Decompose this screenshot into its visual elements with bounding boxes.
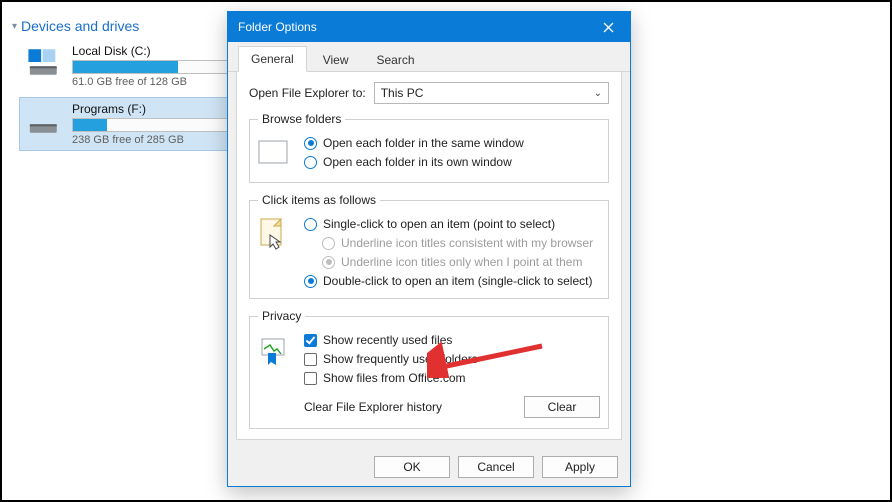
dialog-footer: OK Cancel Apply: [228, 448, 630, 486]
check-recent-files[interactable]: Show recently used files: [304, 333, 600, 347]
radio-same-window[interactable]: Open each folder in the same window: [304, 136, 524, 150]
check-frequent-folders[interactable]: Show frequently used folders: [304, 352, 600, 366]
clear-history-label: Clear File Explorer history: [304, 400, 442, 414]
radio-single-click[interactable]: Single-click to open an item (point to s…: [304, 217, 593, 231]
apply-button[interactable]: Apply: [542, 456, 618, 478]
select-value: This PC: [381, 86, 424, 100]
tab-general[interactable]: General: [238, 46, 307, 72]
dialog-title: Folder Options: [238, 20, 317, 34]
radio-dot-icon: [304, 275, 317, 288]
browse-folders-legend: Browse folders: [258, 112, 345, 126]
checkbox-icon: [304, 372, 317, 385]
restore-defaults-button[interactable]: Restore Defaults: [489, 439, 609, 440]
radio-dot-icon: [322, 256, 335, 269]
open-explorer-to-label: Open File Explorer to:: [249, 86, 366, 100]
radio-double-click[interactable]: Double-click to open an item (single-cli…: [304, 274, 593, 288]
checkbox-icon: [304, 334, 317, 347]
drive-icon: [26, 44, 62, 80]
click-items-legend: Click items as follows: [258, 193, 380, 207]
ok-button[interactable]: OK: [374, 456, 450, 478]
devices-section-label: Devices and drives: [21, 18, 139, 34]
radio-dot-icon: [304, 218, 317, 231]
radio-underline-point: Underline icon titles only when I point …: [322, 255, 593, 269]
close-button[interactable]: [586, 12, 630, 42]
quick-access-icon: [258, 333, 294, 369]
checkbox-icon: [304, 353, 317, 366]
clear-button[interactable]: Clear: [524, 396, 600, 418]
general-panel: Open File Explorer to: This PC ⌄ Browse …: [236, 72, 622, 440]
privacy-legend: Privacy: [258, 309, 305, 323]
radio-dot-icon: [304, 137, 317, 150]
click-file-icon: [258, 217, 294, 253]
cancel-button[interactable]: Cancel: [458, 456, 534, 478]
radio-dot-icon: [322, 237, 335, 250]
chevron-down-icon: ⌄: [594, 88, 602, 99]
radio-underline-browser: Underline icon titles consistent with my…: [322, 236, 593, 250]
browse-folders-group: Browse folders Open each folder in the s…: [249, 112, 609, 183]
open-explorer-to-select[interactable]: This PC ⌄: [374, 82, 609, 104]
titlebar[interactable]: Folder Options: [228, 12, 630, 42]
tab-view[interactable]: View: [311, 48, 361, 72]
privacy-group: Privacy Show recently used files Show fr…: [249, 309, 609, 429]
check-office-files[interactable]: Show files from Office.com: [304, 371, 600, 385]
folder-options-dialog: Folder Options General View Search Open …: [227, 11, 631, 487]
chevron-down-icon: ▾: [12, 21, 17, 32]
folder-window-icon: [258, 136, 294, 172]
tab-search[interactable]: Search: [365, 48, 427, 72]
drive-icon: [26, 102, 62, 138]
radio-dot-icon: [304, 156, 317, 169]
radio-own-window[interactable]: Open each folder in its own window: [304, 155, 524, 169]
close-icon: [603, 22, 614, 33]
click-items-group: Click items as follows Single-click to o…: [249, 193, 609, 299]
tab-strip: General View Search: [228, 42, 630, 72]
